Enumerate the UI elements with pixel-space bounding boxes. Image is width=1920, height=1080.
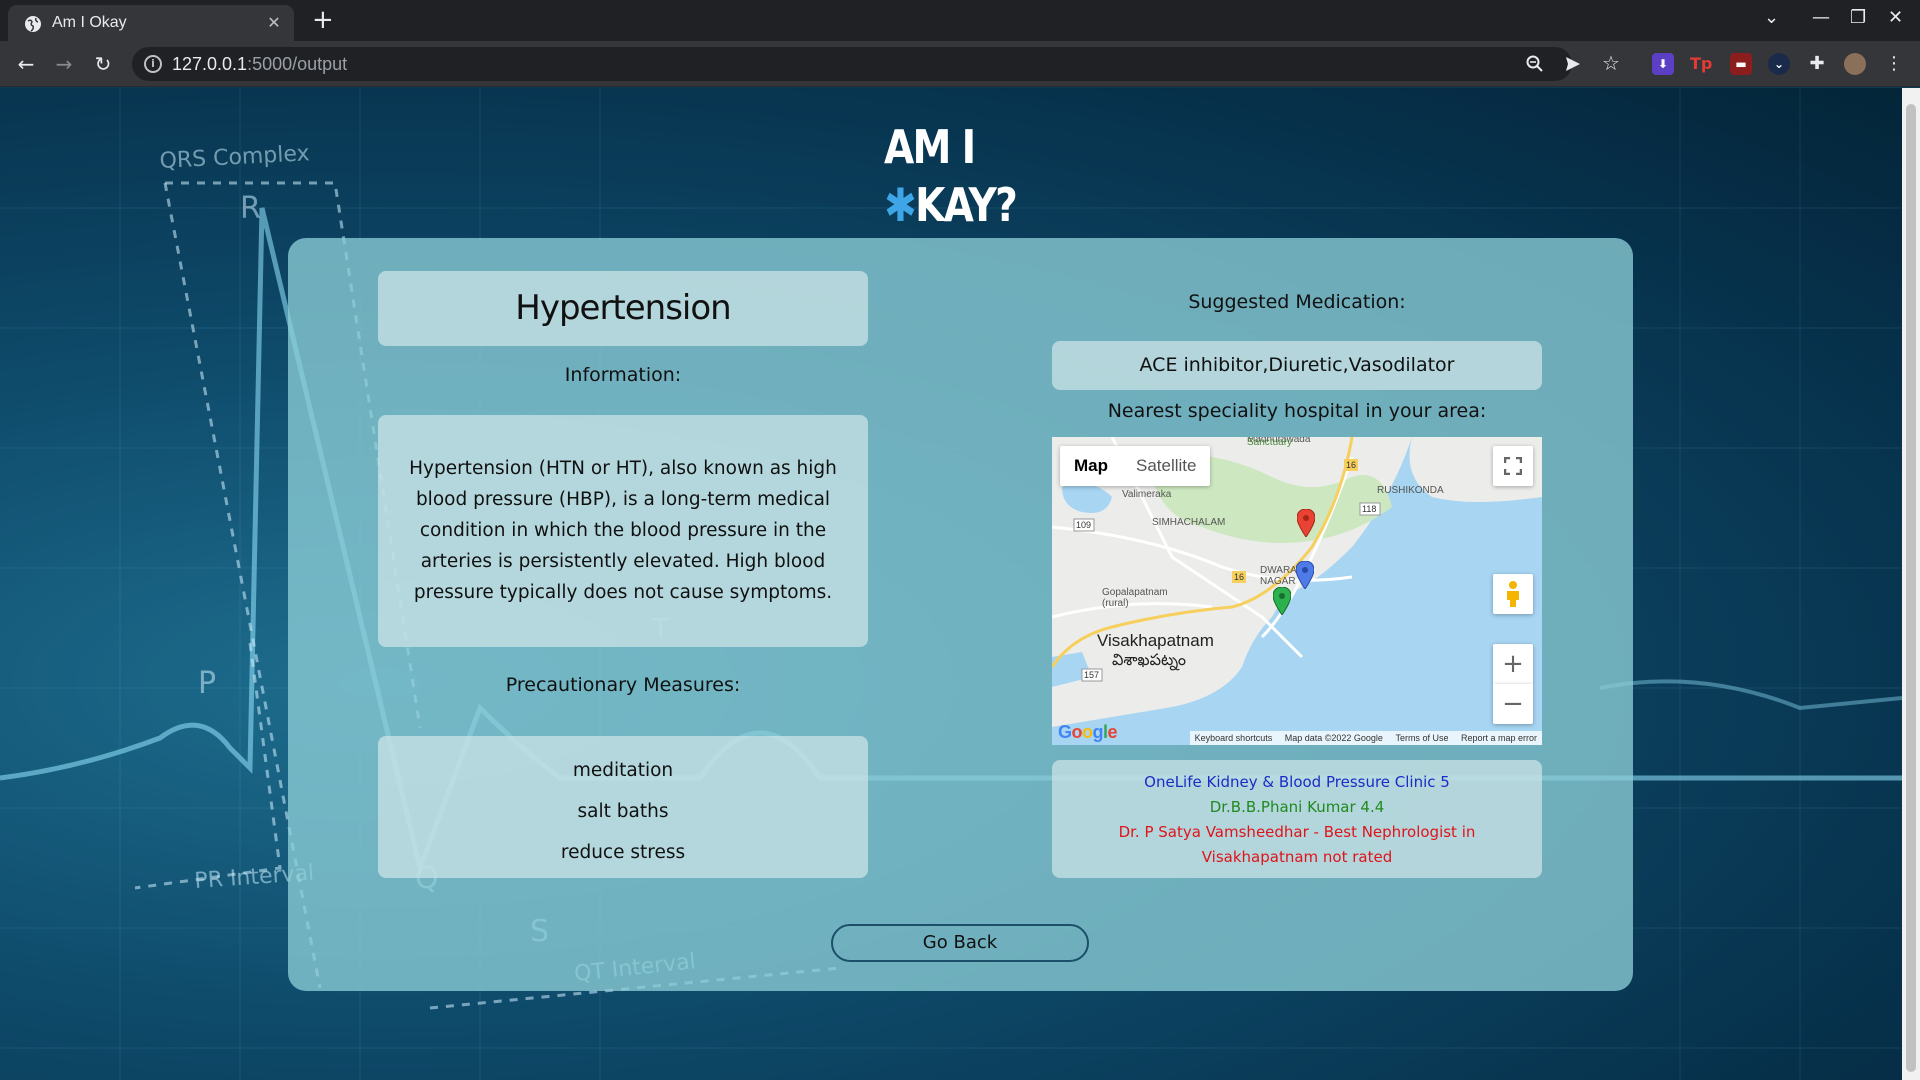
map-type-satellite-button[interactable]: Satellite — [1122, 446, 1210, 486]
browser-tab[interactable]: Am I Okay ✕ — [8, 5, 294, 41]
medication-value: ACE inhibitor,Diuretic,Vasodilator — [1052, 341, 1542, 390]
reload-icon[interactable]: ↻ — [89, 50, 117, 78]
street-view-pegman-icon[interactable] — [1493, 574, 1533, 614]
scrollbar-thumb[interactable] — [1906, 104, 1916, 1072]
tab-search-icon[interactable]: ⌄ — [1764, 7, 1779, 28]
back-icon[interactable]: ← — [12, 50, 40, 78]
precautionary-measures-label: Precautionary Measures: — [505, 674, 741, 696]
page-scrollbar[interactable] — [1902, 88, 1920, 1080]
google-logo: Google — [1058, 722, 1118, 742]
hospital-map[interactable]: 16 118 109 16 157 Madhurawada Sanctuary … — [1052, 437, 1542, 745]
url-host: 127.0.0.1 — [172, 54, 248, 74]
map-type-control: Map Satellite — [1060, 446, 1211, 486]
download-extension-icon[interactable]: ⬇ — [1652, 53, 1674, 75]
map-city-label-telugu: విశాఖపట్నం — [1112, 652, 1187, 669]
menu-kebab-icon[interactable]: ⋮ — [1880, 50, 1908, 78]
forward-icon[interactable]: → — [50, 50, 78, 78]
hospital-item: Dr.B.B.Phani Kumar 4.4 — [1209, 798, 1385, 816]
road-number: 109 — [1076, 520, 1091, 530]
am-i-okay-logo: AM I ✱KAY? — [884, 118, 1018, 234]
tab-close-icon[interactable]: ✕ — [264, 13, 284, 33]
road-number: 118 — [1362, 504, 1376, 514]
map-pin-red-icon[interactable] — [1297, 509, 1315, 537]
logo-line-2-text: KAY? — [915, 178, 1018, 232]
map-data-attribution: Map data ©2022 Google — [1284, 733, 1383, 743]
medical-star-icon: ✱ — [884, 178, 917, 232]
url-path: :5000/output — [247, 54, 348, 74]
svg-text:QRS Complex: QRS Complex — [159, 141, 310, 174]
precautions-list: meditation salt baths reduce stress — [378, 736, 868, 878]
page-content: QRS Complex R P Q S T PR Interval QT Int… — [0, 88, 1902, 1080]
logo-line-1: AM I — [884, 120, 976, 174]
tab-strip: Am I Okay ✕ + ⌄ — ❐ ✕ — [0, 0, 1920, 41]
restore-icon[interactable]: ❐ — [1850, 7, 1866, 28]
tab-title: Am I Okay — [52, 14, 127, 31]
map-place-label: RUSHIKONDA — [1377, 485, 1444, 496]
bookmark-star-icon[interactable]: ☆ — [1602, 51, 1620, 75]
fullscreen-icon[interactable] — [1493, 446, 1533, 486]
new-tab-button[interactable]: + — [312, 6, 334, 34]
zoom-in-button[interactable]: + — [1493, 644, 1533, 684]
report-map-error-link[interactable]: Report a map error — [1461, 733, 1537, 743]
svg-text:P: P — [198, 666, 216, 701]
map-place-label: Valimeraka — [1122, 489, 1172, 500]
window-close-icon[interactable]: ✕ — [1888, 7, 1903, 28]
suggested-medication-label: Suggested Medication: — [1188, 291, 1406, 313]
hospital-item: OneLife Kidney & Blood Pressure Clinic 5 — [1144, 773, 1450, 791]
road-number: 16 — [1234, 572, 1244, 582]
zoom-out-button[interactable]: − — [1493, 684, 1533, 724]
information-label: Information: — [564, 364, 682, 386]
information-text: Hypertension (HTN or HT), also known as … — [378, 415, 868, 647]
map-type-map-button[interactable]: Map — [1060, 446, 1122, 486]
road-number: 157 — [1084, 670, 1099, 680]
precaution-item: reduce stress — [560, 842, 686, 863]
address-bar[interactable]: i 127.0.0.1:5000/output ☆ — [132, 47, 1620, 81]
map-place-label: Sanctuary — [1247, 437, 1293, 448]
map-pin-green-icon[interactable] — [1273, 587, 1291, 615]
blue-extension-icon[interactable]: ⌄ — [1768, 53, 1790, 75]
map-pin-blue-icon[interactable] — [1296, 561, 1314, 589]
url-text[interactable]: 127.0.0.1:5000/output — [172, 54, 347, 75]
map-city-label: Visakhapatnam — [1097, 631, 1214, 650]
site-info-icon[interactable]: i — [144, 55, 162, 73]
road-number: 16 — [1346, 460, 1356, 470]
browser-toolbar: ← → ↻ i 127.0.0.1:5000/output ☆ ⬇ Tp ▬ ⌄… — [0, 41, 1920, 87]
go-back-button[interactable]: Go Back — [831, 924, 1089, 962]
logo-line-2: ✱KAY? — [884, 176, 1018, 234]
map-footer: Keyboard shortcuts Map data ©2022 Google… — [1189, 731, 1542, 745]
nearest-hospital-label: Nearest speciality hospital in your area… — [1107, 400, 1487, 422]
map-place-label: SIMHACHALAM — [1152, 517, 1226, 528]
hospital-list: OneLife Kidney & Blood Pressure Clinic 5… — [1052, 760, 1542, 878]
tp-extension-icon[interactable]: Tp — [1690, 53, 1712, 75]
hospital-item: Dr. P Satya Vamsheedhar - Best Nephrolog… — [1118, 823, 1476, 866]
terms-of-use-link[interactable]: Terms of Use — [1395, 733, 1448, 743]
keyboard-shortcuts-link[interactable]: Keyboard shortcuts — [1195, 733, 1273, 743]
minimize-icon[interactable]: — — [1812, 7, 1830, 28]
globe-icon — [25, 16, 41, 32]
map-place-label: Gopalapatnam (rural) — [1102, 587, 1168, 609]
zoom-icon[interactable] — [1526, 55, 1544, 73]
precaution-item: meditation — [572, 760, 674, 781]
precaution-item: salt baths — [577, 801, 669, 822]
disease-title: Hypertension — [378, 271, 868, 346]
send-icon[interactable] — [1564, 55, 1582, 73]
extensions-puzzle-icon[interactable]: ✚ — [1806, 53, 1828, 75]
result-card: Hypertension Information: Hypertension (… — [288, 238, 1633, 991]
svg-text:R: R — [240, 191, 261, 226]
red-extension-icon[interactable]: ▬ — [1730, 53, 1752, 75]
profile-avatar[interactable] — [1844, 53, 1866, 75]
